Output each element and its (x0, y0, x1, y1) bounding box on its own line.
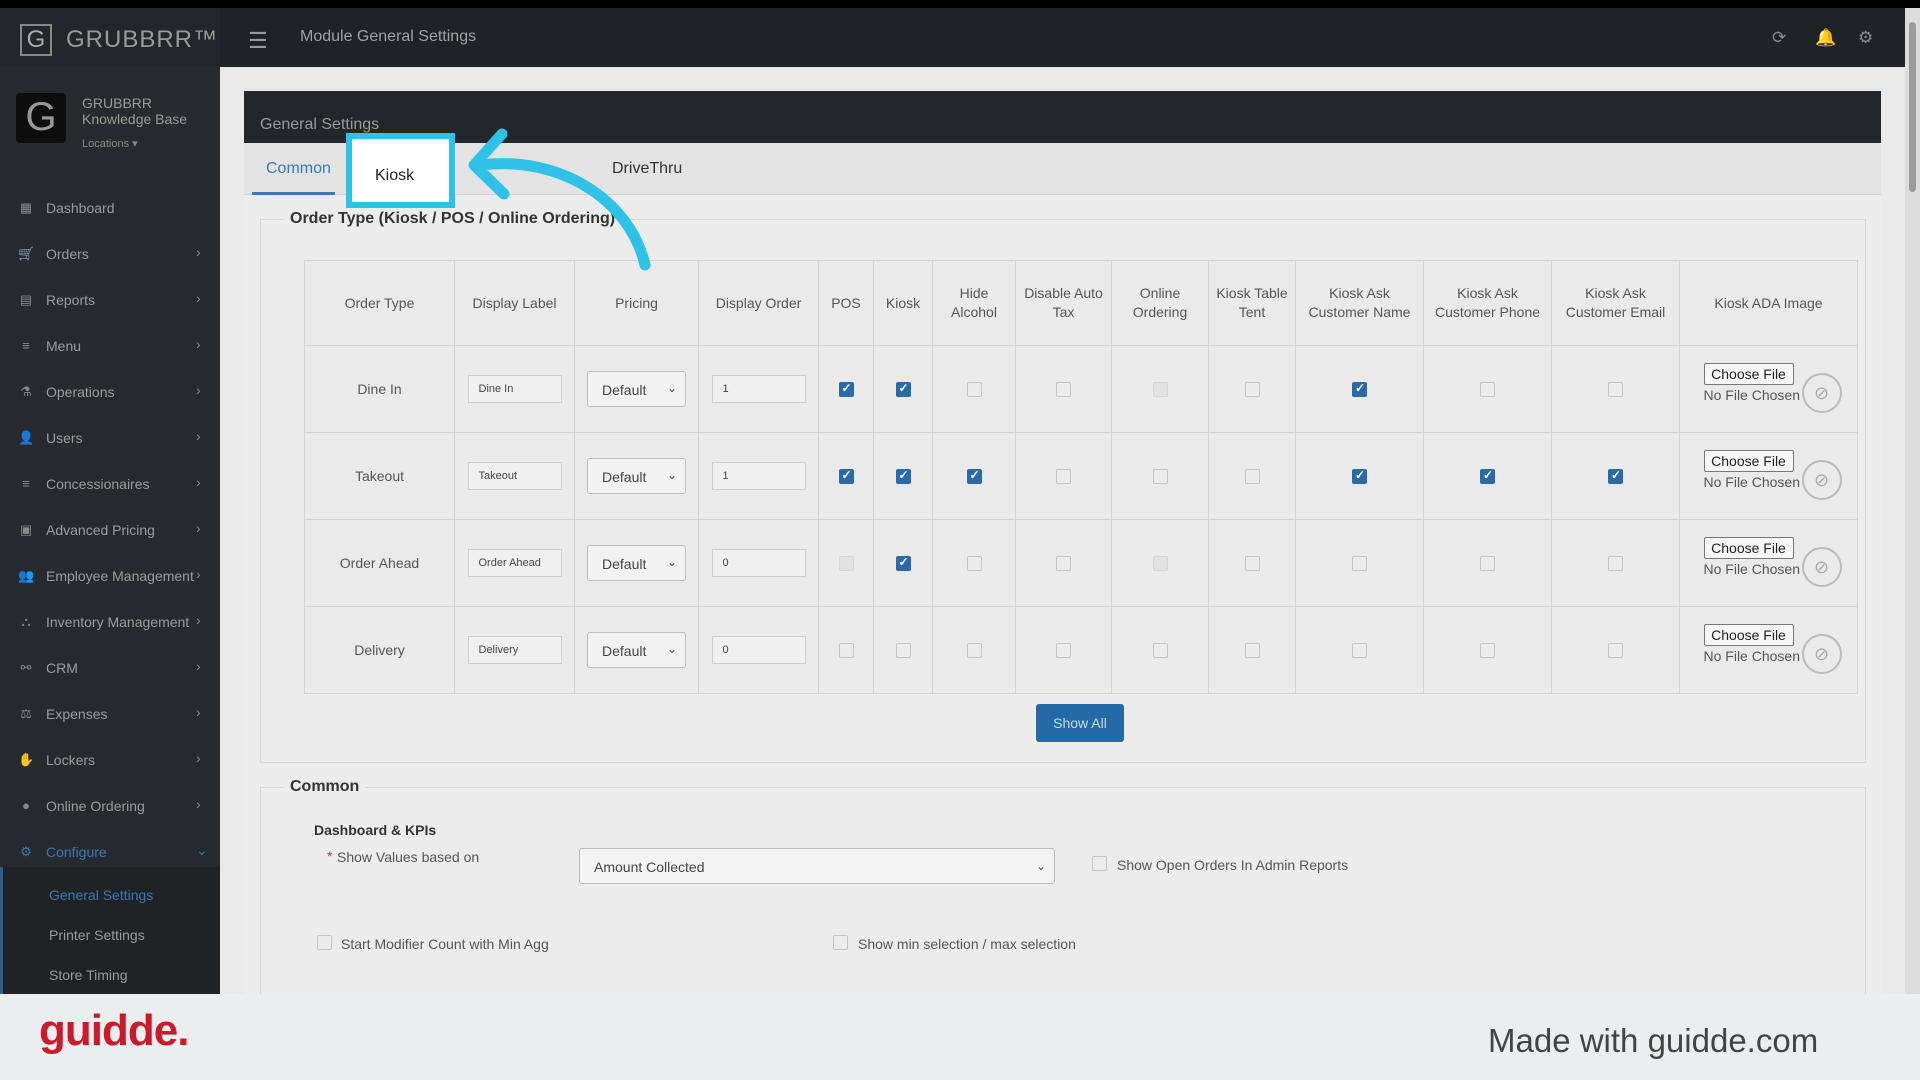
app-window: G GRUBBRR™ ☰ Module General Settings ⟳ 🔔… (0, 8, 1920, 994)
tutorial-dim-overlay (0, 8, 1920, 994)
tab-kiosk-label: Kiosk (375, 167, 415, 184)
guidde-logo: guidde. (39, 1006, 189, 1055)
made-with-text: Made with guidde.com (1488, 1022, 1819, 1059)
tab-kiosk[interactable]: Kiosk (346, 133, 455, 208)
guidde-footer: guidde. Made with guidde.com (0, 994, 1920, 1080)
tutorial-arrow-icon (468, 128, 651, 271)
